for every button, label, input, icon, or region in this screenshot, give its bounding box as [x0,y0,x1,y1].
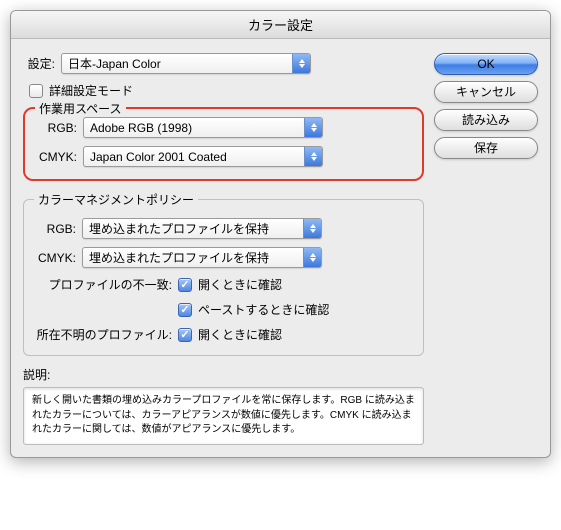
policy-cmyk-select[interactable]: 埋め込まれたプロファイルを保持 [82,247,322,268]
dialog-title: カラー設定 [11,11,550,39]
chevron-updown-icon [304,118,322,137]
chevron-updown-icon [303,219,321,238]
chevron-updown-icon [303,248,321,267]
ok-button[interactable]: OK [434,53,538,75]
rgb-label: RGB: [35,121,77,135]
missing-open-label: 開くときに確認 [198,326,282,343]
policy-cmyk-value: 埋め込まれたプロファイルを保持 [89,249,303,266]
color-settings-dialog: カラー設定 設定: 日本-Japan Color 詳細設定モード 作業用スペース… [10,10,551,458]
policy-rgb-select[interactable]: 埋め込まれたプロファイルを保持 [82,218,322,239]
workspace-group: 作業用スペース RGB: Adobe RGB (1998) CMYK: Japa… [23,107,424,181]
policy-rgb-value: 埋め込まれたプロファイルを保持 [89,220,303,237]
description-label: 説明: [23,368,50,382]
load-button[interactable]: 読み込み [434,109,538,131]
mismatch-label: プロファイルの不一致: [34,276,172,293]
workspace-legend: 作業用スペース [35,100,126,117]
advanced-mode-label: 詳細設定モード [49,82,133,99]
mismatch-paste-label: ペーストするときに確認 [198,301,329,318]
policy-legend: カラーマネジメントポリシー [34,191,198,208]
cancel-button[interactable]: キャンセル [434,81,538,103]
policy-rgb-label: RGB: [34,222,76,236]
description-text: 新しく開いた書類の埋め込みカラープロファイルを常に保存します。RGB に読み込ま… [23,387,424,445]
rgb-workspace-value: Adobe RGB (1998) [90,121,304,135]
mismatch-paste-checkbox[interactable] [178,303,192,317]
cmyk-label: CMYK: [35,150,77,164]
advanced-mode-checkbox[interactable] [29,84,43,98]
mismatch-open-checkbox[interactable] [178,278,192,292]
save-button[interactable]: 保存 [434,137,538,159]
rgb-workspace-select[interactable]: Adobe RGB (1998) [83,117,323,138]
settings-label: 設定: [23,55,55,72]
missing-label: 所在不明のプロファイル: [34,326,172,343]
missing-open-checkbox[interactable] [178,328,192,342]
description-section: 説明: 新しく開いた書類の埋め込みカラープロファイルを常に保存します。RGB に… [23,366,424,445]
policy-cmyk-label: CMYK: [34,251,76,265]
settings-select[interactable]: 日本-Japan Color [61,53,311,74]
chevron-updown-icon [292,54,310,73]
settings-select-value: 日本-Japan Color [68,55,292,72]
policy-group: カラーマネジメントポリシー RGB: 埋め込まれたプロファイルを保持 CMYK:… [23,191,424,356]
mismatch-open-label: 開くときに確認 [198,276,282,293]
chevron-updown-icon [304,147,322,166]
cmyk-workspace-select[interactable]: Japan Color 2001 Coated [83,146,323,167]
cmyk-workspace-value: Japan Color 2001 Coated [90,150,304,164]
